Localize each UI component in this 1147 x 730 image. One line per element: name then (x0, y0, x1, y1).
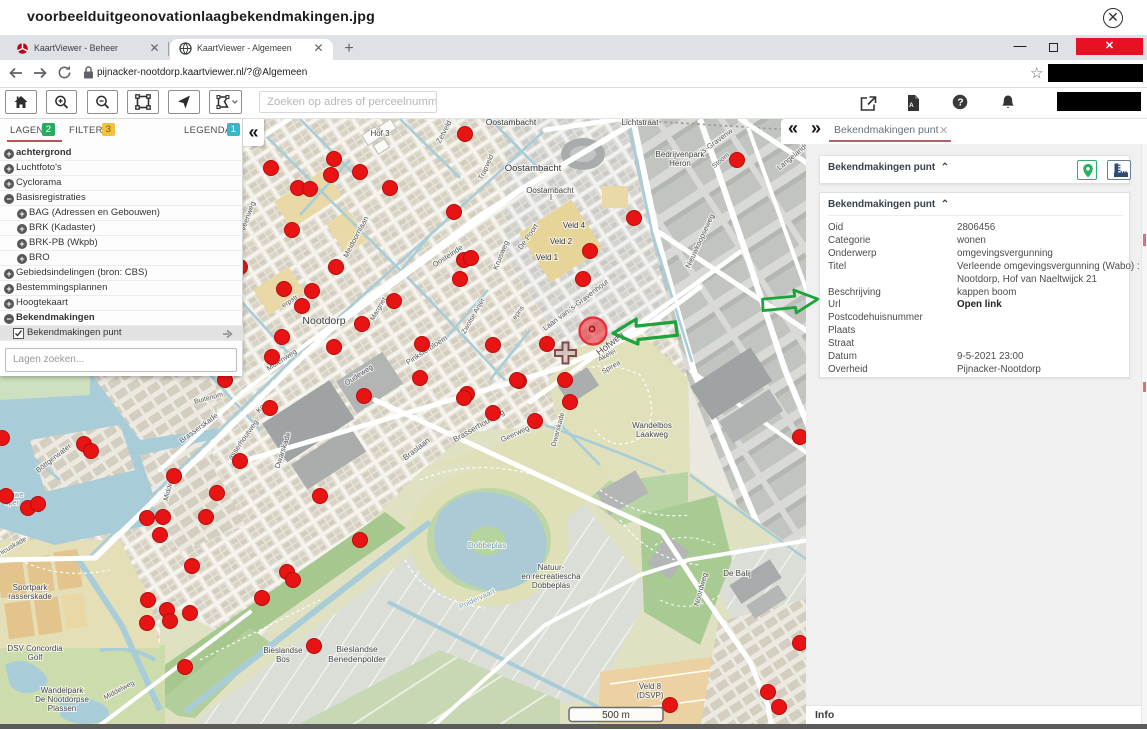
svg-text:Bieslandse: Bieslandse (263, 646, 303, 655)
svg-text:Lichtstraat: Lichtstraat (622, 119, 660, 127)
svg-text:Hof 3: Hof 3 (370, 129, 390, 138)
svg-text:Oostambacht: Oostambacht (505, 163, 562, 174)
svg-text:Veld 1: Veld 1 (536, 253, 559, 262)
svg-text:Bos: Bos (276, 655, 290, 664)
svg-text:500 m: 500 m (602, 710, 630, 721)
svg-text:I: I (550, 193, 552, 202)
svg-text:Dobbeplas: Dobbeplas (532, 581, 570, 590)
svg-text:Wandelbos: Wandelbos (632, 421, 672, 430)
svg-text:DSV Concordia: DSV Concordia (7, 644, 63, 653)
svg-text:rasserskade: rasserskade (8, 592, 52, 601)
svg-text:De Balij: De Balij (723, 569, 751, 578)
svg-text:Laakweg: Laakweg (636, 430, 668, 439)
svg-text:Wandelpark: Wandelpark (41, 686, 84, 695)
svg-text:De Nootdorpse: De Nootdorpse (35, 695, 89, 704)
svg-text:Natuur-: Natuur- (538, 563, 565, 572)
svg-text:A: A (909, 102, 914, 109)
svg-text:en recreatiescha: en recreatiescha (521, 572, 581, 581)
svg-text:Benedenpolder: Benedenpolder (328, 654, 386, 664)
svg-text:Bieslandse: Bieslandse (336, 644, 378, 654)
svg-text:Bedrijvenpark: Bedrijvenpark (656, 150, 706, 159)
svg-text:Veld 4: Veld 4 (563, 221, 586, 230)
svg-text:Veld 2: Veld 2 (550, 237, 573, 246)
svg-text:Golf: Golf (28, 653, 43, 662)
svg-text:Plassen: Plassen (48, 704, 76, 713)
svg-text:?: ? (957, 97, 963, 109)
svg-text:(DSVP): (DSVP) (636, 691, 663, 700)
svg-text:Veld 8: Veld 8 (639, 682, 662, 691)
svg-text:Oostambacht: Oostambacht (486, 119, 537, 127)
svg-text:Dobbeplas: Dobbeplas (468, 541, 506, 550)
svg-text:Heron: Heron (669, 159, 691, 168)
svg-text:Sportpark: Sportpark (13, 583, 49, 592)
svg-text:Nootdorp: Nootdorp (302, 315, 345, 327)
